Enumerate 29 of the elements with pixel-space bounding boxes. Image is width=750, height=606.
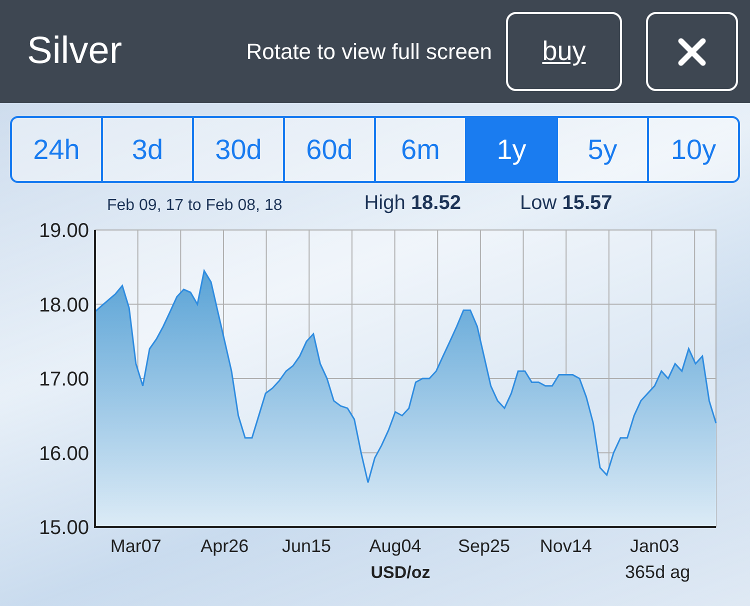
range-tab[interactable]: 1y <box>465 118 556 181</box>
rotate-hint: Rotate to view full screen <box>246 38 492 66</box>
range-tab[interactable]: 10y <box>647 118 738 181</box>
date-range: Feb 09, 17 to Feb 08, 18 <box>107 196 282 216</box>
x-tick-label: Jan03 <box>630 536 680 556</box>
y-tick-label: 15.00 <box>38 517 89 539</box>
axis-unit-label: USD/oz <box>370 563 430 582</box>
close-button[interactable] <box>646 12 738 91</box>
x-tick-label: Aug04 <box>369 536 422 556</box>
x-tick-label: Jun15 <box>282 536 332 556</box>
y-tick-label: 17.00 <box>38 368 89 390</box>
period-label: 365d ag <box>625 562 690 582</box>
buy-button[interactable]: buy <box>506 12 622 91</box>
x-tick-label: Sep25 <box>458 536 510 556</box>
range-tab[interactable]: 30d <box>192 118 283 181</box>
range-tab[interactable]: 24h <box>12 118 101 181</box>
high-value: High 18.52 <box>364 191 461 216</box>
range-tab[interactable]: 60d <box>283 118 374 181</box>
x-tick-label: Mar07 <box>110 536 162 556</box>
y-tick-label: 18.00 <box>38 294 89 316</box>
y-tick-label: 19.00 <box>38 220 89 242</box>
range-tab[interactable]: 5y <box>556 118 647 181</box>
y-tick-label: 16.00 <box>38 442 89 465</box>
x-tick-label: Apr26 <box>200 536 249 556</box>
range-tab[interactable]: 6m <box>374 118 465 181</box>
page-title: Silver <box>27 29 122 74</box>
x-tick-label: Nov14 <box>540 536 592 556</box>
low-value: Low 15.57 <box>520 191 612 216</box>
range-tab[interactable]: 3d <box>101 118 192 181</box>
